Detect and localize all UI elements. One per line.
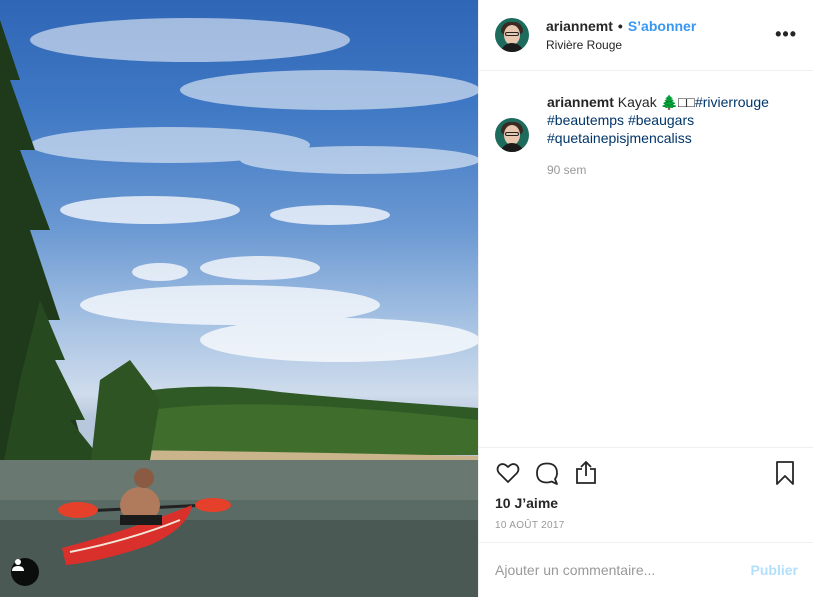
post-photo[interactable] (0, 0, 478, 597)
comment-form: Publier (479, 542, 813, 597)
comment-icon[interactable] (534, 460, 560, 486)
hashtag[interactable]: #rivierrouge (695, 94, 769, 110)
publish-button[interactable]: Publier (751, 562, 798, 578)
kayak-scene-image (0, 18, 478, 597)
more-options-icon[interactable]: ••• (775, 24, 797, 45)
hashtag[interactable]: #quetainepisjmencaliss (547, 130, 692, 146)
separator-dot: • (617, 18, 623, 34)
post-modal: ariannemt • S’abonner Rivière Rouge ••• … (0, 0, 813, 597)
bookmark-icon[interactable] (772, 460, 798, 486)
header-username[interactable]: ariannemt (546, 18, 613, 34)
post-side-panel: ariannemt • S’abonner Rivière Rouge ••• … (478, 0, 813, 597)
post-header: ariannemt • S’abonner Rivière Rouge ••• (479, 0, 813, 71)
share-icon[interactable] (573, 460, 599, 486)
caption-avatar[interactable] (495, 118, 529, 152)
post-date[interactable]: 10 AOÛT 2017 (495, 520, 798, 531)
hashtag[interactable]: #beautemps (547, 112, 624, 128)
caption-username[interactable]: ariannemt (547, 94, 614, 110)
heart-icon[interactable] (495, 460, 521, 486)
user-icon (12, 559, 24, 571)
caption-time[interactable]: 90 sem (547, 161, 797, 179)
action-bar: 10 J’aime 10 AOÛT 2017 (479, 447, 813, 531)
hashtag[interactable]: #beaugars (628, 112, 694, 128)
location-link[interactable]: Rivière Rouge (546, 38, 696, 52)
comment-input[interactable] (495, 562, 751, 578)
avatar[interactable] (495, 18, 529, 52)
caption-text-block: ariannemt Kayak 🌲□□#rivierrouge #beautem… (547, 93, 797, 179)
caption: ariannemt Kayak 🌲□□#rivierrouge #beautem… (479, 71, 813, 179)
likes-count[interactable]: 10 J’aime (495, 495, 798, 511)
tagged-user-button[interactable] (11, 558, 39, 586)
follow-button[interactable]: S’abonner (628, 18, 696, 34)
caption-text: Kayak 🌲□□ (613, 94, 695, 110)
